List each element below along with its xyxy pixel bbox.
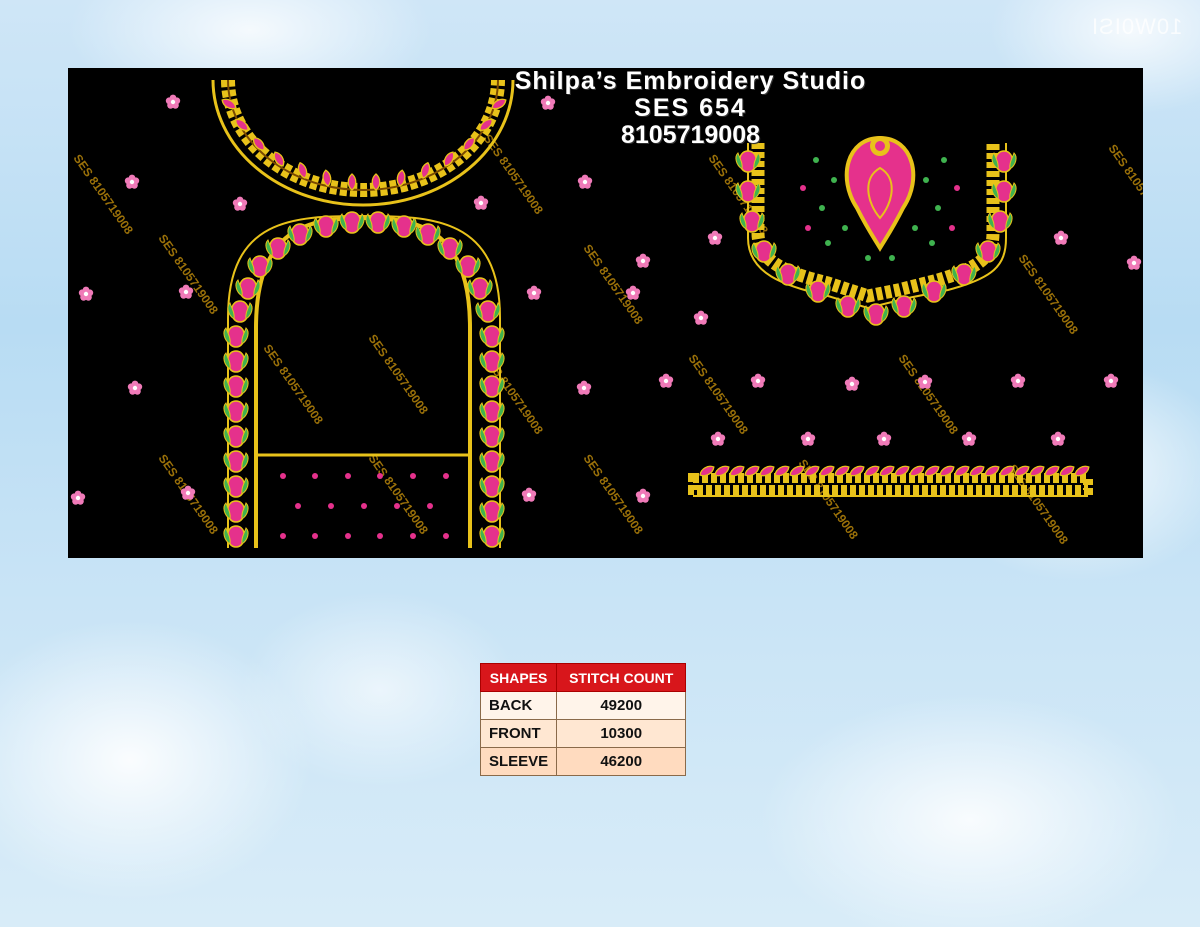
embroidery-design-panel: SES 8105719008 SES 8105719008 SES 810571… <box>68 68 1143 558</box>
watermark-text: SES 8105719008 <box>261 342 327 427</box>
watermark-text: SES 8105719008 <box>896 352 962 437</box>
table-row: BACK 49200 <box>479 691 687 720</box>
stitch-count-cell: 46200 <box>556 747 687 776</box>
watermark-text: SES 8105719008 <box>581 242 647 327</box>
column-header-shapes: SHAPES <box>479 663 558 692</box>
shape-cell: BACK <box>479 691 558 720</box>
shape-cell: SLEEVE <box>479 747 558 776</box>
arch-motifs <box>223 211 505 548</box>
watermark-text: SES 8105719008 <box>366 332 432 417</box>
table-row: FRONT 10300 <box>479 719 687 748</box>
stitch-count-table: SHAPES STITCH COUNT BACK 49200 FRONT 103… <box>479 663 687 776</box>
watermark-text: SES 8105719008 <box>686 352 752 437</box>
stitch-count-cell: 49200 <box>556 691 687 720</box>
watermark-text: SES 8105719008 <box>71 152 137 237</box>
embroidery-artwork: SES 8105719008 SES 8105719008 SES 810571… <box>71 79 1143 548</box>
shape-cell: FRONT <box>479 719 558 748</box>
column-header-stitch-count: STITCH COUNT <box>556 663 687 692</box>
table-row: SLEEVE 46200 <box>479 747 687 776</box>
watermark-text: SES 8105719008 <box>366 452 432 537</box>
watermark-text: SES 8105719008 <box>156 232 222 317</box>
back-neck-design <box>211 79 515 548</box>
watermark-text: SES 8105719008 <box>1106 142 1143 227</box>
watermark-text: SES 8105719008 <box>1016 252 1082 337</box>
sleeve-band-design <box>688 463 1093 497</box>
corner-watermark: 10W0ISI <box>1090 14 1182 39</box>
stitch-count-cell: 10300 <box>556 719 687 748</box>
front-neck-design <box>735 135 1017 326</box>
table-header-row: SHAPES STITCH COUNT <box>479 663 687 692</box>
